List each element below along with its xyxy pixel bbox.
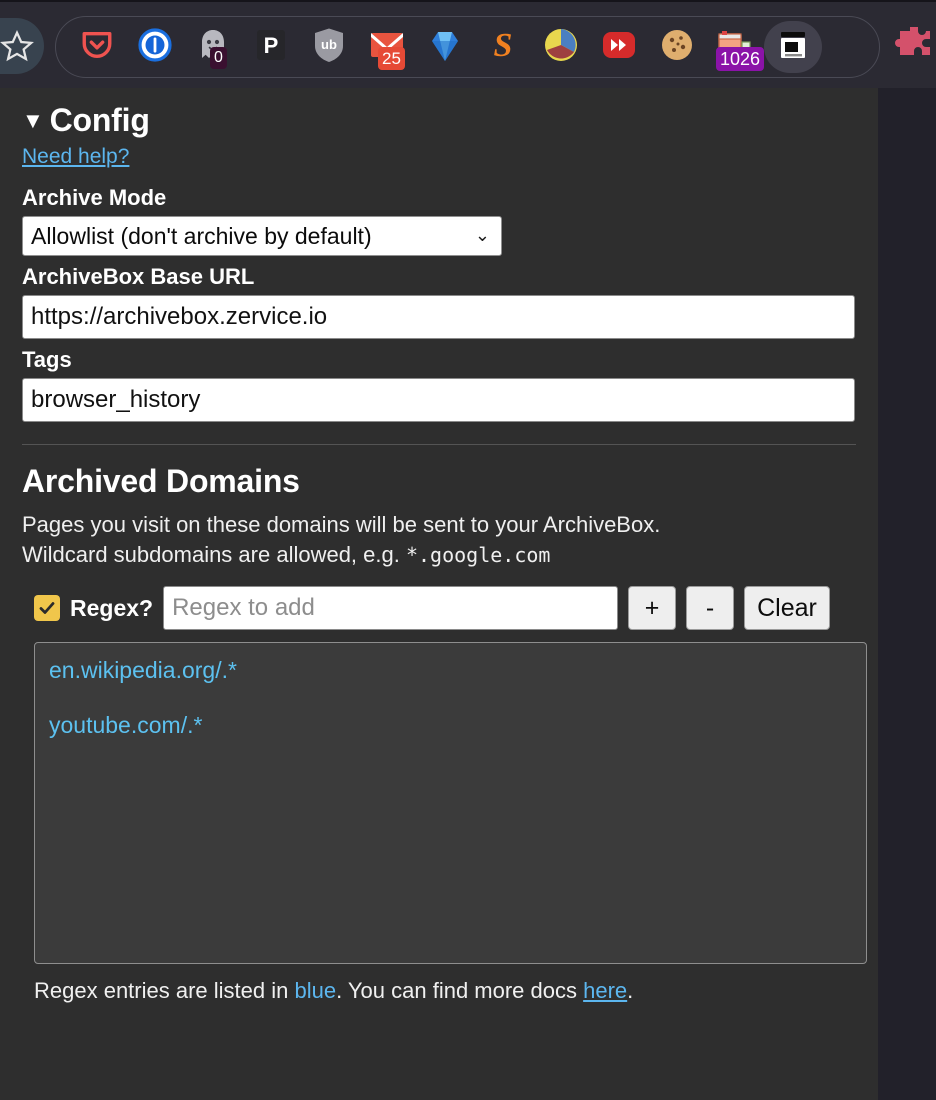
footer-suffix: .: [627, 978, 633, 1003]
checkmark-icon: [38, 599, 56, 617]
list-item[interactable]: en.wikipedia.org/.*: [49, 657, 852, 684]
pie-chart-icon: [544, 28, 578, 67]
toolbar-button-ghostery[interactable]: 0: [184, 21, 242, 73]
toolbar-button-s[interactable]: S: [474, 21, 532, 73]
archive-mode-select-wrap: Allowlist (don't archive by default) ⌄: [22, 216, 502, 256]
footer-middle: . You can find more docs: [336, 978, 583, 1003]
toolbar-button-pie-chart[interactable]: [532, 21, 590, 73]
ublock-origin-icon: ub: [313, 27, 345, 68]
puzzle-piece-icon[interactable]: [894, 24, 934, 69]
clear-regex-button[interactable]: Clear: [744, 586, 830, 630]
archived-domains-list[interactable]: en.wikipedia.org/.* youtube.com/.*: [34, 642, 867, 964]
archived-domains-title: Archived Domains: [22, 463, 856, 500]
page-background: [878, 88, 936, 1100]
config-section-header[interactable]: ▼ Config: [22, 102, 856, 139]
archive-mode-select[interactable]: Allowlist (don't archive by default): [22, 216, 502, 256]
1password-icon: [137, 27, 173, 68]
toolbar-button-privacy-badger[interactable]: P: [242, 21, 300, 73]
description-line-1: Pages you visit on these domains will be…: [22, 512, 660, 537]
archivebox-icon: [775, 27, 811, 68]
toolbar-button-cookie[interactable]: [648, 21, 706, 73]
svg-text:S: S: [494, 27, 513, 63]
toolbar-button-ublock-origin[interactable]: ub: [300, 21, 358, 73]
badge-count-gmail: 25: [378, 47, 405, 70]
browser-toolbar: 0 P ub: [0, 0, 936, 88]
bookmark-star-button[interactable]: [0, 18, 44, 74]
toolbar-button-pocket[interactable]: [68, 21, 126, 73]
docs-here-link[interactable]: here: [583, 978, 627, 1003]
footer-blue-word: blue: [294, 978, 336, 1003]
regex-checkbox-label: Regex?: [70, 595, 153, 622]
svg-text:P: P: [264, 33, 279, 58]
regex-entry-row: Regex? + - Clear: [34, 586, 856, 630]
regex-checkbox[interactable]: [34, 595, 60, 621]
archived-domains-description: Pages you visit on these domains will be…: [22, 510, 856, 570]
fast-forward-icon: [602, 31, 636, 64]
toolbar-button-diamond[interactable]: [416, 21, 474, 73]
pocket-icon: [80, 28, 114, 67]
toolbar-button-archivebox[interactable]: [764, 21, 822, 73]
toolbar-button-tab-manager[interactable]: 1026: [706, 21, 764, 73]
diamond-icon: [430, 28, 460, 67]
star-outline-icon: [0, 29, 34, 63]
cookie-icon: [661, 29, 693, 66]
section-divider: [22, 444, 856, 445]
toolbar-button-1password[interactable]: [126, 21, 184, 73]
wildcard-example-code: *.google.com: [406, 543, 551, 567]
need-help-link[interactable]: Need help?: [22, 145, 129, 169]
config-title: Config: [50, 102, 150, 139]
tags-label: Tags: [22, 347, 856, 373]
toolbar-button-fast-forward[interactable]: [590, 21, 648, 73]
badge-count-ghostery: 0: [210, 47, 227, 69]
description-line-2-prefix: Wildcard subdomains are allowed, e.g.: [22, 542, 406, 567]
archivebox-popup-panel: ▼ Config Need help? Archive Mode Allowli…: [0, 88, 878, 1100]
svg-text:ub: ub: [321, 37, 337, 52]
badge-count-tab-manager: 1026: [716, 47, 764, 71]
privacy-badger-icon: P: [254, 28, 288, 67]
archive-mode-label: Archive Mode: [22, 185, 856, 211]
base-url-input[interactable]: [22, 295, 855, 339]
base-url-label: ArchiveBox Base URL: [22, 264, 856, 290]
regex-footer-note: Regex entries are listed in blue. You ca…: [34, 978, 844, 1004]
tags-input[interactable]: [22, 378, 855, 422]
s-letter-icon: S: [486, 27, 520, 68]
remove-regex-button[interactable]: -: [686, 586, 734, 630]
add-regex-button[interactable]: +: [628, 586, 676, 630]
collapse-caret-icon[interactable]: ▼: [22, 110, 44, 132]
footer-prefix: Regex entries are listed in: [34, 978, 294, 1003]
list-item[interactable]: youtube.com/.*: [49, 712, 852, 739]
regex-to-add-input[interactable]: [163, 586, 618, 630]
toolbar-button-gmail[interactable]: 25: [358, 21, 416, 73]
extensions-toolbar-group: 0 P ub: [55, 16, 880, 78]
